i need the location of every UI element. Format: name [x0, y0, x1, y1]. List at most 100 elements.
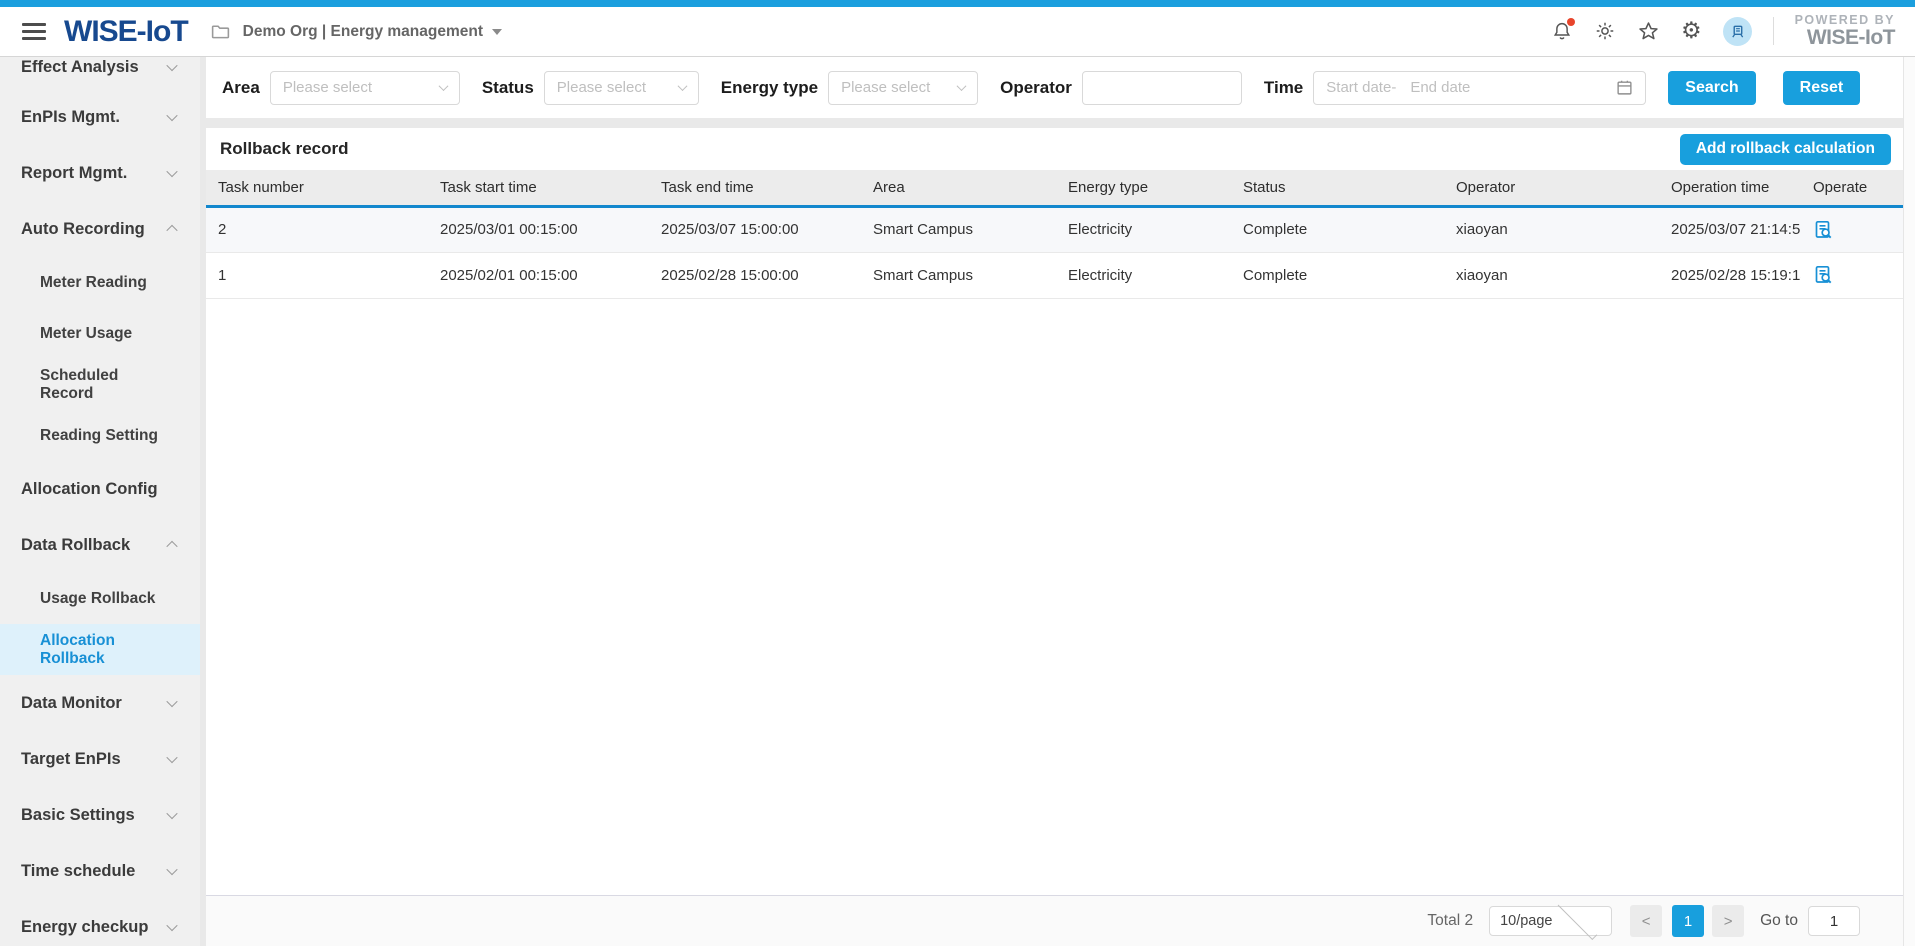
sidebar-item-label: Energy checkup: [21, 918, 148, 937]
cell-area: Smart Campus: [861, 252, 1056, 298]
sidebar-item-label: Meter Reading: [40, 274, 147, 292]
energy-type-placeholder: Please select: [841, 79, 958, 96]
chevron-down-icon: [438, 81, 448, 91]
date-range-picker[interactable]: Start date - End date: [1313, 71, 1646, 105]
sidebar-item-label: Allocation Config: [21, 480, 158, 499]
prev-page-button[interactable]: <: [1630, 905, 1662, 937]
notification-dot: [1567, 18, 1575, 26]
powered-by-badge: POWERED BY WISE-IoT: [1795, 14, 1895, 49]
search-button[interactable]: Search: [1668, 71, 1755, 105]
goto-page-input[interactable]: [1808, 906, 1860, 936]
area-placeholder: Please select: [283, 79, 440, 96]
sidebar-item-meter-reading[interactable]: Meter Reading: [0, 257, 200, 308]
chevron-down-icon: [166, 920, 177, 931]
reset-button[interactable]: Reset: [1783, 71, 1861, 105]
area-select[interactable]: Please select: [270, 71, 460, 105]
status-select[interactable]: Please select: [544, 71, 699, 105]
cell-task-number: 2: [206, 206, 428, 252]
view-record-icon[interactable]: [1813, 265, 1833, 285]
col-task-end-time: Task end time: [649, 170, 861, 206]
sidebar-item-label: Target EnPIs: [21, 750, 121, 769]
view-record-icon[interactable]: [1813, 220, 1833, 240]
scrollbar[interactable]: [1903, 57, 1915, 946]
caret-down-icon: [492, 29, 502, 35]
cell-operator: xiaoyan: [1444, 206, 1659, 252]
sidebar-item-label: Basic Settings: [21, 806, 135, 825]
sidebar-item-data-rollback[interactable]: Data Rollback: [0, 517, 200, 573]
range-separator: -: [1391, 79, 1396, 96]
col-energy-type: Energy type: [1056, 170, 1231, 206]
goto-label: Go to: [1760, 912, 1798, 930]
sidebar-item-meter-usage[interactable]: Meter Usage: [0, 308, 200, 359]
sidebar-item-reading-setting[interactable]: Reading Setting: [0, 410, 200, 461]
chevron-down-icon: [166, 752, 177, 763]
sidebar-item-label: Usage Rollback: [40, 590, 155, 608]
settings-gear-icon[interactable]: ⚙: [1681, 20, 1702, 43]
sidebar-item-data-monitor[interactable]: Data Monitor: [0, 675, 200, 731]
chevron-down-icon: [1557, 900, 1596, 939]
cell-status: Complete: [1231, 252, 1444, 298]
operator-label: Operator: [1000, 78, 1072, 98]
col-area: Area: [861, 170, 1056, 206]
operator-input[interactable]: [1082, 71, 1242, 105]
user-avatar[interactable]: [1723, 17, 1752, 46]
energy-type-select[interactable]: Please select: [828, 71, 978, 105]
sidebar-item-label: Meter Usage: [40, 325, 132, 343]
cell-energy-type: Electricity: [1056, 206, 1231, 252]
cell-task-end: 2025/02/28 15:00:00: [649, 252, 861, 298]
brightness-icon[interactable]: [1594, 20, 1616, 42]
page-size-value: 10/page: [1500, 913, 1552, 929]
sidebar-item-label: Data Monitor: [21, 694, 122, 713]
sidebar-item-label: Allocation Rollback: [40, 632, 176, 668]
add-rollback-calculation-button[interactable]: Add rollback calculation: [1680, 134, 1891, 165]
filter-bar: Area Please select Status Please select …: [206, 57, 1903, 118]
table-header-row: Task number Task start time Task end tim…: [206, 170, 1903, 206]
col-operate: Operate: [1801, 170, 1903, 206]
org-breadcrumb[interactable]: Demo Org | Energy management: [243, 23, 483, 41]
sidebar-item-allocation-config[interactable]: Allocation Config: [0, 461, 200, 517]
start-date-input[interactable]: Start date: [1326, 79, 1391, 96]
sidebar-item-label: Report Mgmt.: [21, 164, 127, 183]
sidebar-item-label: Auto Recording: [21, 220, 145, 239]
hamburger-menu-icon[interactable]: [22, 23, 46, 40]
cell-operator: xiaoyan: [1444, 252, 1659, 298]
sidebar-item-basic-settings[interactable]: Basic Settings: [0, 787, 200, 843]
status-placeholder: Please select: [557, 79, 679, 96]
sidebar-item-enpis-mgmt[interactable]: EnPIs Mgmt.: [0, 89, 200, 145]
chevron-down-icon: [166, 60, 177, 71]
sidebar-item-auto-recording[interactable]: Auto Recording: [0, 201, 200, 257]
col-operator: Operator: [1444, 170, 1659, 206]
sidebar-nav: Effect Analysis EnPIs Mgmt. Report Mgmt.…: [0, 57, 200, 946]
sidebar-item-allocation-rollback[interactable]: Allocation Rollback: [0, 624, 200, 675]
col-task-start-time: Task start time: [428, 170, 649, 206]
sidebar-item-label: Data Rollback: [21, 536, 130, 555]
sidebar-item-effect-analysis[interactable]: Effect Analysis: [0, 57, 200, 89]
sidebar-item-label: Time schedule: [21, 862, 135, 881]
cell-operation-time: 2025/03/07 21:14:52: [1659, 206, 1801, 252]
chevron-down-icon: [166, 696, 177, 707]
chevron-down-icon: [166, 864, 177, 875]
sidebar-item-usage-rollback[interactable]: Usage Rollback: [0, 573, 200, 624]
powered-by-line2: WISE-IoT: [1795, 27, 1895, 49]
brand-top-strip: [0, 0, 1915, 7]
notifications-bell-icon[interactable]: [1551, 20, 1573, 42]
sidebar-item-energy-checkup[interactable]: Energy checkup: [0, 899, 200, 946]
cell-task-number: 1: [206, 252, 428, 298]
cell-task-start: 2025/02/01 00:15:00: [428, 252, 649, 298]
sidebar-item-report-mgmt[interactable]: Report Mgmt.: [0, 145, 200, 201]
end-date-input[interactable]: End date: [1410, 79, 1616, 96]
next-page-button[interactable]: >: [1712, 905, 1744, 937]
header-divider: [1773, 17, 1774, 45]
cell-energy-type: Electricity: [1056, 252, 1231, 298]
favorites-star-icon[interactable]: [1637, 20, 1660, 43]
chevron-down-icon: [166, 166, 177, 177]
status-label: Status: [482, 78, 534, 98]
area-label: Area: [222, 78, 260, 98]
page-size-select[interactable]: 10/page: [1489, 906, 1612, 936]
sidebar-item-time-schedule[interactable]: Time schedule: [0, 843, 200, 899]
sidebar-item-target-enpis[interactable]: Target EnPIs: [0, 731, 200, 787]
rollback-record-panel: Rollback record Add rollback calculation…: [206, 128, 1903, 946]
current-page-button[interactable]: 1: [1672, 905, 1704, 937]
cell-area: Smart Campus: [861, 206, 1056, 252]
sidebar-item-scheduled-record[interactable]: Scheduled Record: [0, 359, 200, 410]
